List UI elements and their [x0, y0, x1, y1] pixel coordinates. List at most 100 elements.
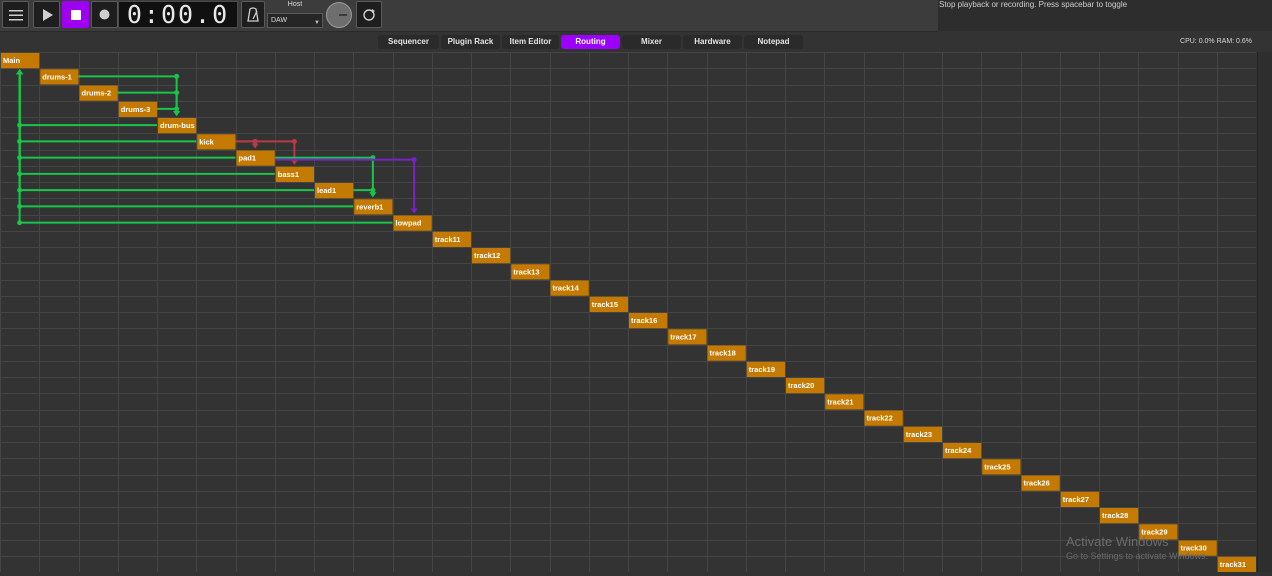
routing-node-track31[interactable]: track31 — [1217, 556, 1256, 572]
routing-node-label: pad1 — [239, 154, 257, 163]
routing-node-label: track26 — [1024, 479, 1050, 488]
host-select-value: DAW — [271, 17, 288, 24]
vertical-scrollbar[interactable] — [1257, 52, 1272, 572]
routing-node-label: drums-1 — [42, 72, 72, 81]
record-icon — [99, 9, 110, 20]
routing-node-lead1[interactable]: lead1 — [315, 183, 354, 199]
routing-node-label: track21 — [827, 397, 853, 406]
record-button[interactable] — [91, 1, 118, 28]
routing-node-label: Main — [3, 56, 21, 65]
knob-indicator-icon — [339, 14, 347, 16]
tab-sequencer[interactable]: Sequencer — [378, 35, 439, 49]
route-kick-to-pad1[interactable] — [235, 138, 259, 149]
tab-hardware[interactable]: Hardware — [683, 35, 742, 49]
routing-node-track24[interactable]: track24 — [943, 443, 982, 459]
metronome-icon — [247, 6, 259, 22]
host-label: Host — [287, 1, 303, 8]
routing-node-track26[interactable]: track26 — [1021, 475, 1060, 491]
routing-node-label: bass1 — [278, 170, 299, 179]
arrow-icon — [369, 192, 377, 198]
routing-node-track16[interactable]: track16 — [629, 313, 668, 329]
routing-node-track12[interactable]: track12 — [472, 248, 511, 264]
routing-node-track15[interactable]: track15 — [589, 296, 628, 312]
routing-node-track11[interactable]: track11 — [432, 231, 471, 247]
routing-node-bass1[interactable]: bass1 — [275, 166, 314, 182]
stop-button[interactable] — [62, 1, 89, 28]
tab-routing[interactable]: Routing — [561, 35, 620, 49]
status-bar: Stop playback or recording. Press spaceb… — [938, 0, 1272, 31]
routing-node-track17[interactable]: track17 — [668, 329, 707, 345]
routing-node-label: reverb1 — [356, 202, 383, 211]
routing-node-label: track11 — [435, 235, 461, 244]
watermark-subtitle: Go to Settings to activate Windows. — [1066, 551, 1209, 561]
routing-node-reverb1[interactable]: reverb1 — [354, 199, 393, 215]
routing-node-label: lowpad — [396, 219, 422, 228]
routing-node-label: drum-bus — [160, 121, 195, 130]
routing-node-label: track16 — [631, 316, 657, 325]
routing-node-label: track17 — [670, 332, 696, 341]
loop-button[interactable] — [356, 1, 382, 28]
routing-node-label: track19 — [749, 365, 775, 374]
arrow-icon — [410, 208, 418, 214]
routing-node-Main[interactable]: Main — [1, 53, 40, 69]
routing-node-track18[interactable]: track18 — [707, 345, 746, 361]
volume-knob[interactable] — [326, 2, 352, 28]
routing-node-track28[interactable]: track28 — [1100, 508, 1139, 524]
stop-icon — [70, 9, 81, 20]
route-drums-3-to-drum-bus[interactable] — [157, 106, 181, 116]
time-display: 0:00.0 — [118, 1, 238, 28]
routing-node-label: track23 — [906, 430, 932, 439]
routing-node-label: track27 — [1063, 495, 1089, 504]
cpu-ram-readout: CPU: 0.0% RAM: 0.6% — [1180, 38, 1252, 45]
routing-node-drums-3[interactable]: drums-3 — [118, 101, 157, 117]
play-button[interactable] — [33, 1, 60, 28]
routing-node-track13[interactable]: track13 — [511, 264, 550, 280]
chevron-down-icon: ▼ — [314, 20, 320, 26]
tab-item-editor[interactable]: Item Editor — [502, 35, 559, 49]
arrow-icon — [173, 111, 181, 116]
routing-node-track14[interactable]: track14 — [550, 280, 589, 296]
routing-node-track22[interactable]: track22 — [864, 410, 903, 426]
routing-node-track27[interactable]: track27 — [1060, 491, 1099, 507]
routing-node-track19[interactable]: track19 — [746, 361, 785, 377]
tab-bar: Sequencer Plugin Rack Item Editor Routin… — [378, 35, 805, 49]
routing-node-track20[interactable]: track20 — [786, 378, 825, 394]
routing-node-label: track25 — [984, 462, 1010, 471]
routing-node-lowpad[interactable]: lowpad — [393, 215, 432, 231]
loop-icon — [363, 8, 375, 21]
routing-node-track23[interactable]: track23 — [903, 426, 942, 442]
menu-button[interactable] — [2, 1, 29, 28]
routing-node-pad1[interactable]: pad1 — [236, 150, 275, 166]
toolbar: 0:00.0 Host DAW ▼ — [0, 0, 938, 32]
tab-notepad[interactable]: Notepad — [744, 35, 803, 49]
routing-grid[interactable]: Main drums-1 drums-2 drums-3 drum-bus kick pad… — [0, 52, 1256, 572]
routing-node-kick[interactable]: kick — [197, 134, 236, 150]
arrow-icon — [251, 143, 259, 149]
tab-mixer[interactable]: Mixer — [622, 35, 681, 49]
tab-plugin-rack[interactable]: Plugin Rack — [441, 35, 500, 49]
routing-node-label: track14 — [553, 284, 580, 293]
routing-node-label: kick — [199, 137, 214, 146]
routing-node-track25[interactable]: track25 — [982, 459, 1021, 475]
metronome-button[interactable] — [241, 1, 265, 28]
host-select[interactable]: DAW ▼ — [267, 13, 323, 28]
hamburger-icon — [8, 9, 23, 20]
routing-node-drums-2[interactable]: drums-2 — [79, 85, 118, 101]
routing-node-label: track22 — [867, 414, 893, 423]
routing-node-drums-1[interactable]: drums-1 — [40, 69, 79, 85]
routing-node-label: track20 — [788, 381, 814, 390]
watermark-title: Activate Windows — [1066, 534, 1169, 549]
routing-node-label: track12 — [474, 251, 500, 260]
route-lead1-to-reverb1[interactable] — [353, 187, 377, 198]
status-text: Stop playback or recording. Press spaceb… — [939, 0, 1128, 9]
routing-node-label: track15 — [592, 300, 618, 309]
routing-node-label: track13 — [513, 267, 539, 276]
routing-node-label: track31 — [1220, 560, 1246, 569]
routing-node-label: track28 — [1102, 511, 1128, 520]
routing-node-track21[interactable]: track21 — [825, 394, 864, 410]
routing-node-drum-bus[interactable]: drum-bus — [158, 118, 197, 134]
routing-node-label: track18 — [710, 349, 736, 358]
route-reverb1-to-Main[interactable] — [16, 69, 354, 209]
routing-node-label: drums-3 — [121, 105, 151, 114]
arrow-icon — [16, 69, 24, 75]
